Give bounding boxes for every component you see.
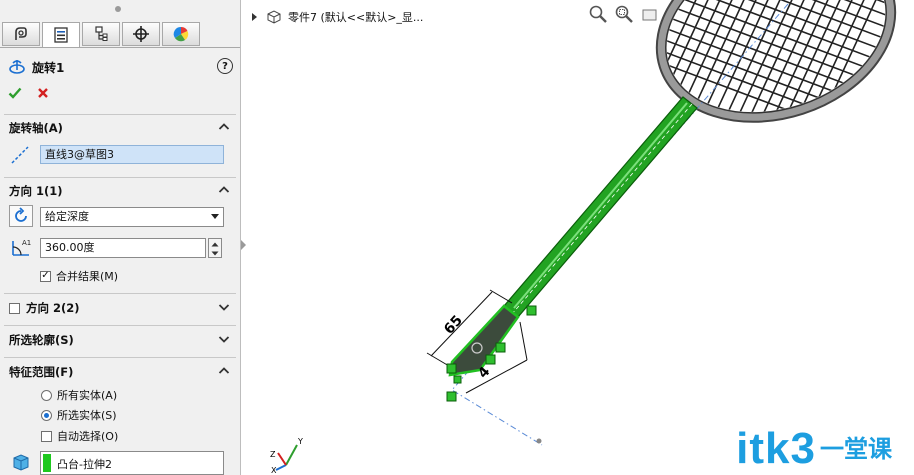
- reverse-direction-button[interactable]: [9, 205, 33, 227]
- section-separator: [4, 177, 236, 178]
- reference-triad: Y Z X: [270, 437, 303, 475]
- scope-all-label: 所有实体(A): [57, 389, 118, 402]
- dimxpert-icon: [133, 26, 149, 42]
- chevron-up-icon[interactable]: [218, 184, 230, 196]
- manager-tabs: [2, 22, 202, 48]
- dimension-65-label[interactable]: 65: [441, 312, 466, 337]
- property-manager-panel: 旋转1 ? 旋转轴(A) 直线3@草图3 方向 1(1) 给定深度 A1 360…: [0, 0, 241, 475]
- watermark: itk3 一堂课: [736, 424, 892, 474]
- tab-divider: [0, 47, 240, 48]
- direction2-checkbox[interactable]: [9, 302, 20, 314]
- revolve-type-select[interactable]: 给定深度: [40, 207, 224, 227]
- section-direction1-label: 方向 1(1): [9, 184, 63, 198]
- axis-end-point: [536, 438, 542, 444]
- display-manager-icon: [173, 26, 189, 42]
- section-scope-label: 特征范围(F): [9, 365, 74, 379]
- merge-result-label: 合并结果(M): [56, 270, 119, 283]
- chevron-up-icon[interactable]: [218, 365, 230, 377]
- sketch-handle[interactable]: [485, 354, 496, 365]
- revolve-feature-icon: [9, 60, 25, 74]
- configurationmanager-icon: [95, 26, 108, 41]
- scope-selected-label: 所选实体(S): [57, 409, 117, 422]
- chevron-down-icon[interactable]: [218, 301, 230, 313]
- panel-grip-icon[interactable]: [115, 6, 121, 12]
- scope-all-radio[interactable]: 所有实体(A): [41, 387, 117, 403]
- graphics-viewport[interactable]: 零件7 (默认<<默认>_显... 65 4 Y Z X itk3 一堂课: [242, 0, 914, 475]
- ok-cancel-row: [8, 86, 50, 100]
- axis-selection-field[interactable]: 直线3@草图3: [40, 145, 224, 164]
- section-separator: [4, 293, 236, 294]
- section-scope-header[interactable]: 特征范围(F): [0, 361, 240, 383]
- watermark-latin: itk3: [736, 424, 816, 473]
- angle-icon: A1: [12, 239, 31, 256]
- section-direction2-label: 方向 2(2): [26, 301, 80, 315]
- solid-body-icon-box: [9, 451, 33, 473]
- section-direction1-header[interactable]: 方向 1(1): [0, 180, 240, 202]
- merge-result-box[interactable]: ✓: [40, 270, 51, 282]
- help-icon[interactable]: ?: [217, 58, 233, 74]
- revolve-type-value: 给定深度: [45, 210, 89, 223]
- auto-select-checkbox[interactable]: 自动选择(O): [41, 428, 118, 444]
- section-axis-header[interactable]: 旋转轴(A): [0, 117, 240, 139]
- axis-line-icon-box: [10, 145, 30, 165]
- feature-title: 旋转1: [32, 60, 65, 75]
- tab-dimxpert[interactable]: [122, 22, 160, 46]
- auto-select-box[interactable]: [41, 430, 52, 442]
- body-list[interactable]: 凸台-拉伸2: [40, 451, 224, 475]
- feature-header: 旋转1 ?: [8, 58, 233, 76]
- section-axis-label: 旋转轴(A): [9, 121, 63, 135]
- triad-z-label: Z: [270, 450, 276, 459]
- sketch-handle[interactable]: [446, 391, 457, 402]
- section-separator: [4, 325, 236, 326]
- svg-text:A1: A1: [22, 239, 31, 247]
- sketch-handle[interactable]: [446, 363, 457, 374]
- section-direction2-header[interactable]: 方向 2(2): [0, 297, 240, 319]
- model-graphics: 65 4 Y Z X: [270, 0, 907, 475]
- sketch-handle[interactable]: [495, 342, 506, 353]
- axis-line-icon: [11, 146, 29, 164]
- tab-configurationmanager[interactable]: [82, 22, 120, 46]
- body-list-item[interactable]: 凸台-拉伸2: [57, 456, 112, 472]
- spin-down-icon[interactable]: [209, 248, 221, 257]
- auto-select-label: 自动选择(O): [57, 430, 119, 443]
- section-contours-label: 所选轮廓(S): [9, 333, 74, 347]
- tab-display[interactable]: [162, 22, 200, 46]
- featuremanager-icon: [15, 27, 27, 40]
- watermark-cn: 一堂课: [820, 436, 892, 463]
- reverse-direction-icon: [15, 207, 27, 222]
- merge-result-checkbox[interactable]: ✓ 合并结果(M): [40, 268, 118, 284]
- confirm-check-icon[interactable]: [8, 86, 22, 100]
- scope-selected-radio-dot[interactable]: [41, 409, 52, 421]
- spin-up-icon[interactable]: [209, 239, 221, 248]
- chevron-up-icon[interactable]: [218, 121, 230, 133]
- section-contours-header[interactable]: 所选轮廓(S): [0, 329, 240, 351]
- triad-y-label: Y: [297, 437, 303, 446]
- scope-all-radio-dot[interactable]: [41, 389, 52, 401]
- dropdown-arrow-icon: [211, 214, 219, 219]
- solid-body-icon: [13, 454, 29, 471]
- angle-spinner[interactable]: [208, 238, 222, 258]
- body-color-swatch: [43, 454, 51, 472]
- section-separator: [4, 114, 236, 115]
- chevron-down-icon[interactable]: [218, 333, 230, 345]
- angle-input[interactable]: 360.00度: [40, 238, 206, 258]
- cancel-x-icon[interactable]: [36, 86, 50, 100]
- tab-featuremanager[interactable]: [2, 22, 40, 46]
- tab-propertymanager[interactable]: [42, 22, 80, 48]
- scope-selected-radio[interactable]: 所选实体(S): [41, 407, 117, 423]
- triad-x-label: X: [271, 466, 277, 475]
- sketch-handle[interactable]: [526, 305, 537, 316]
- sketch-handle[interactable]: [453, 375, 462, 384]
- angle-icon-box: A1: [9, 236, 33, 258]
- shaft-highlight: [513, 102, 688, 309]
- propertymanager-icon: [54, 27, 68, 43]
- section-separator: [4, 357, 236, 358]
